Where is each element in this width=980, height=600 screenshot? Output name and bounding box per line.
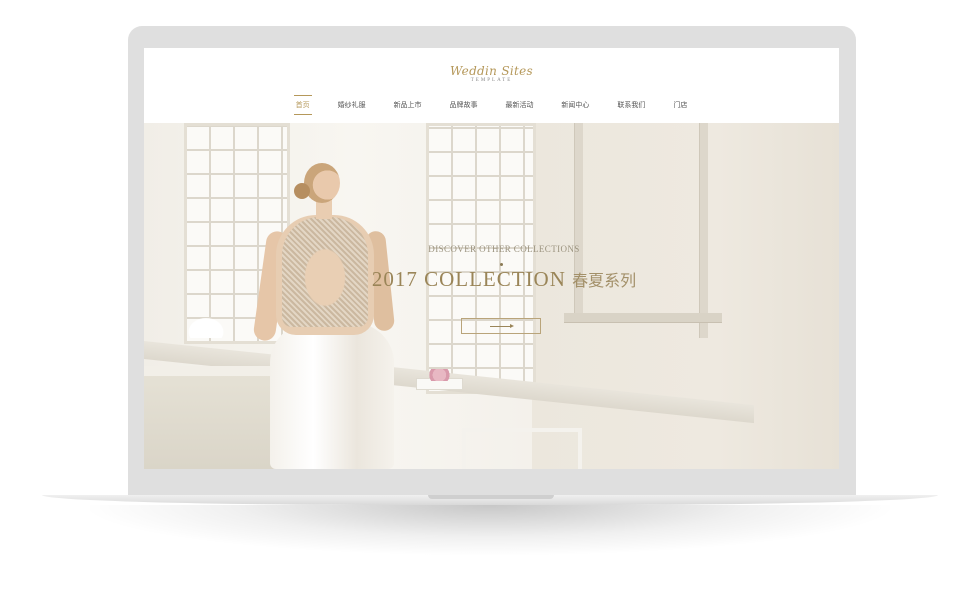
nav-item-new-arrivals[interactable]: 新品上市	[392, 100, 424, 110]
logo-sub-text: TEMPLATE	[470, 78, 513, 83]
arrow-right-icon	[490, 326, 512, 327]
hero-dot	[500, 263, 503, 266]
nav-item-latest-events[interactable]: 最新活动	[503, 100, 535, 110]
nav-item-news[interactable]: 新闻中心	[559, 100, 591, 110]
laptop-screen: Weddin Sites TEMPLATE 首页 婚纱礼服 新品上市 品牌故事 …	[144, 48, 839, 469]
nav-item-contact[interactable]: 联系我们	[615, 100, 647, 110]
laptop-notch	[428, 495, 554, 499]
hero-banner: DISCOVER OTHER COLLECTIONS 2017 COLLECTI…	[144, 123, 839, 469]
hero-title-en: COLLECTION	[424, 267, 566, 291]
main-nav: 首页 婚纱礼服 新品上市 品牌故事 最新活动 新闻中心 联系我们 门店	[144, 95, 839, 115]
nav-item-home[interactable]: 首页	[293, 95, 312, 115]
hero-eyebrow: DISCOVER OTHER COLLECTIONS	[428, 244, 580, 254]
hero-more-button[interactable]	[461, 318, 541, 334]
site-header: Weddin Sites TEMPLATE 首页 婚纱礼服 新品上市 品牌故事 …	[144, 48, 839, 123]
nav-item-stores[interactable]: 门店	[671, 100, 689, 110]
hero-text: DISCOVER OTHER COLLECTIONS 2017 COLLECTI…	[144, 123, 839, 469]
logo-script-text: Weddin Sites	[450, 64, 533, 78]
hero-title: 2017 COLLECTION 春夏系列	[294, 267, 714, 292]
hero-year: 2017	[371, 267, 418, 291]
laptop-shadow	[90, 505, 890, 555]
site-logo[interactable]: Weddin Sites TEMPLATE	[144, 64, 839, 84]
nav-item-wedding-dresses[interactable]: 婚纱礼服	[336, 100, 368, 110]
hero-title-cn: 春夏系列	[572, 271, 637, 290]
nav-item-brand-story[interactable]: 品牌故事	[448, 100, 480, 110]
arrow-head-icon	[510, 324, 514, 328]
